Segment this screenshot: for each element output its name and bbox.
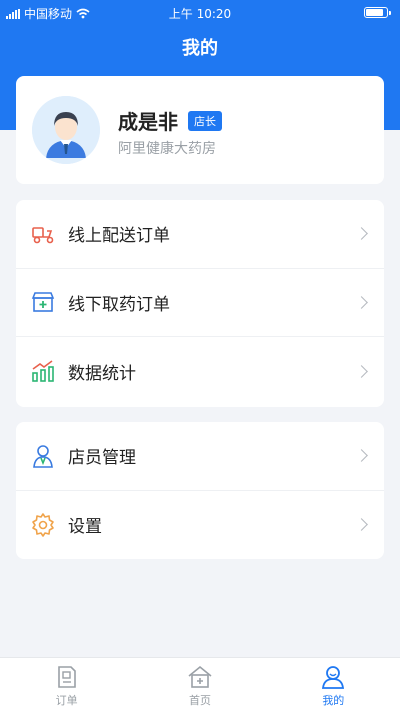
order-icon	[57, 666, 76, 688]
avatar[interactable]	[32, 96, 100, 164]
bar-chart-icon	[32, 360, 54, 383]
role-badge: 店长	[188, 110, 222, 131]
home-icon	[188, 665, 212, 688]
user-name: 成是非	[118, 110, 178, 134]
avatar-person-icon	[32, 96, 100, 164]
chevron-right-icon	[355, 364, 368, 378]
pharmacy-store-icon	[31, 292, 55, 313]
menu-item-staff[interactable]: 店员管理	[16, 422, 384, 491]
tab-bar: 订单 首页 我的	[0, 657, 400, 711]
tab-label: 首页	[188, 694, 211, 707]
status-bar: 中国移动 上午 10:20	[0, 0, 400, 26]
menu-group-orders: 线上配送订单 线下取药订单 数据统计	[16, 200, 384, 407]
status-time: 上午 10:20	[168, 7, 232, 21]
chevron-right-icon	[355, 227, 368, 241]
gear-icon	[32, 512, 54, 537]
tab-orders[interactable]: 订单	[0, 658, 133, 711]
menu-item-offline-orders[interactable]: 线下取药订单	[16, 269, 384, 337]
tab-label: 订单	[55, 694, 78, 707]
menu-label: 设置	[68, 517, 102, 538]
battery-icon	[364, 7, 391, 18]
staff-user-icon	[33, 444, 53, 468]
menu-label: 数据统计	[68, 363, 136, 384]
menu-group-management: 店员管理 设置	[16, 422, 384, 559]
menu-label: 线上配送订单	[68, 226, 170, 247]
profile-icon	[322, 666, 345, 689]
tab-label: 我的	[322, 694, 345, 707]
menu-label: 店员管理	[68, 448, 136, 469]
tab-profile[interactable]: 我的	[267, 658, 400, 711]
menu-label: 线下取药订单	[68, 294, 170, 315]
name-row: 成是非 店长	[118, 106, 222, 135]
chevron-right-icon	[355, 518, 368, 532]
menu-item-statistics[interactable]: 数据统计	[16, 337, 384, 406]
chevron-right-icon	[355, 449, 368, 463]
delivery-scooter-icon	[32, 226, 54, 244]
chevron-right-icon	[355, 295, 368, 309]
menu-item-online-orders[interactable]: 线上配送订单	[16, 200, 384, 269]
page-title: 我的	[182, 38, 218, 59]
profile-card[interactable]: 成是非 店长 阿里健康大药房	[16, 76, 384, 184]
menu-item-settings[interactable]: 设置	[16, 491, 384, 560]
tab-home[interactable]: 首页	[133, 658, 266, 711]
store-name: 阿里健康大药房	[118, 141, 216, 157]
